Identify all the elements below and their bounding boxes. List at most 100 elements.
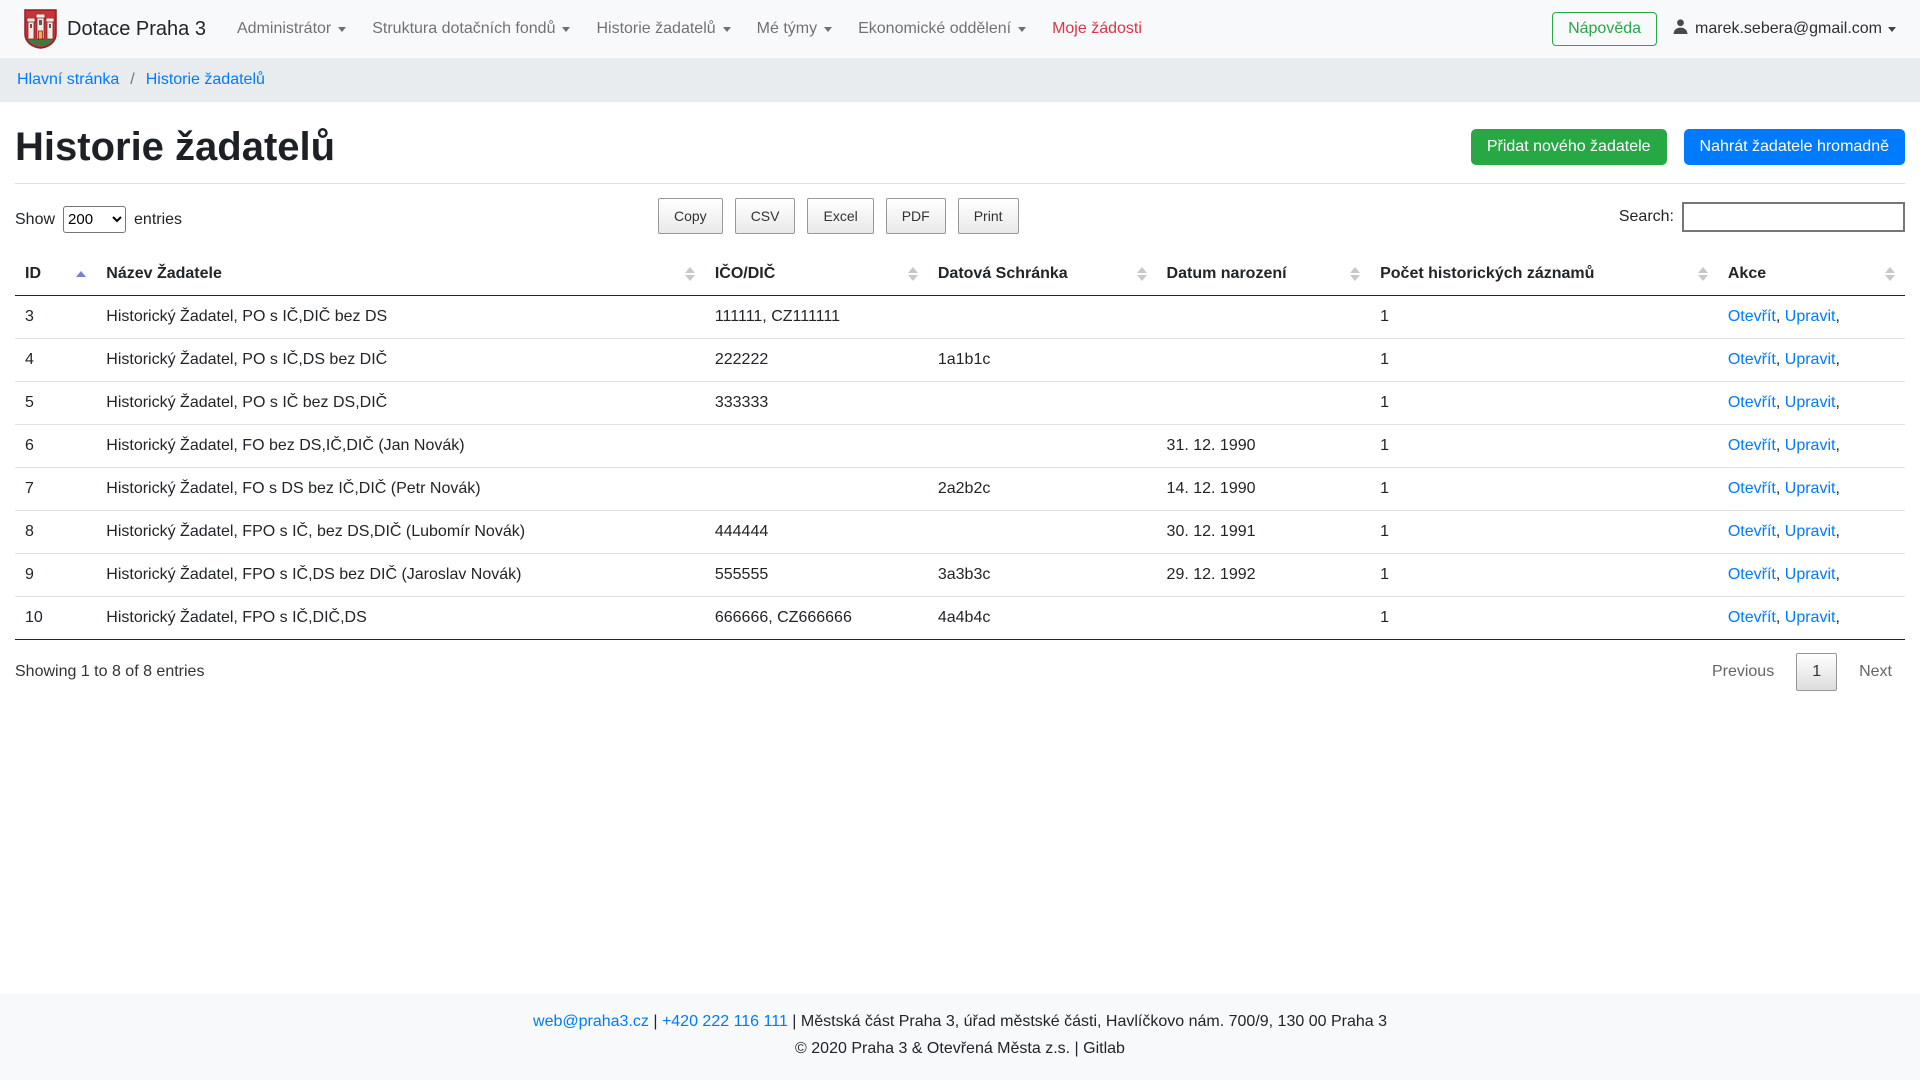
export-csv-button[interactable]: CSV: [735, 198, 796, 234]
edit-link[interactable]: Upravit: [1785, 609, 1836, 626]
sort-both-icon: [1137, 267, 1147, 281]
footer-separator: |: [653, 1013, 662, 1030]
column-header-akce[interactable]: Akce: [1718, 253, 1905, 296]
action-separator: ,: [1776, 609, 1785, 626]
cell-pocet: 1: [1370, 468, 1718, 511]
column-header-pocet[interactable]: Počet historických záznamů: [1370, 253, 1718, 296]
pagination: Previous 1 Next: [1699, 653, 1905, 691]
export-print-button[interactable]: Print: [958, 198, 1019, 234]
next-page-button[interactable]: Next: [1846, 654, 1905, 690]
cell-ico: [705, 468, 928, 511]
column-header-datum[interactable]: Datum narození: [1157, 253, 1371, 296]
footer-separator: |: [792, 1013, 801, 1030]
action-separator: ,: [1776, 351, 1785, 368]
edit-link[interactable]: Upravit: [1785, 480, 1836, 497]
search-input[interactable]: [1682, 202, 1905, 232]
user-icon: [1672, 18, 1689, 40]
nav-item-label: Moje žádosti: [1052, 20, 1142, 38]
main-content: Historie žadatelů Přidat nového žadatele…: [0, 102, 1920, 994]
cell-pocet: 1: [1370, 511, 1718, 554]
action-separator: ,: [1835, 308, 1839, 325]
action-separator: ,: [1835, 437, 1839, 454]
column-label: Název Žadatele: [106, 265, 222, 282]
cell-ds: 1a1b1c: [928, 339, 1157, 382]
open-link[interactable]: Otevřít: [1728, 523, 1776, 540]
brand[interactable]: Dotace Praha 3: [24, 9, 206, 49]
edit-link[interactable]: Upravit: [1785, 394, 1836, 411]
edit-link[interactable]: Upravit: [1785, 523, 1836, 540]
open-link[interactable]: Otevřít: [1728, 351, 1776, 368]
export-copy-button[interactable]: Copy: [658, 198, 723, 234]
cell-nazev: Historický Žadatel, PO s IČ,DS bez DIČ: [96, 339, 705, 382]
open-link[interactable]: Otevřít: [1728, 480, 1776, 497]
cell-akce: Otevřít, Upravit,: [1718, 511, 1905, 554]
column-label: Datová Schránka: [938, 265, 1068, 282]
sort-both-icon: [1885, 267, 1895, 281]
breadcrumb-link[interactable]: Historie žadatelů: [146, 71, 265, 89]
cell-datum: 30. 12. 1991: [1157, 511, 1371, 554]
table-body: 3Historický Žadatel, PO s IČ,DIČ bez DS1…: [15, 296, 1905, 640]
nav-item[interactable]: Administrátor: [224, 12, 359, 46]
user-menu[interactable]: marek.sebera@gmail.com: [1672, 18, 1896, 40]
entries-label: entries: [134, 211, 182, 229]
footer-email-link[interactable]: web@praha3.cz: [533, 1013, 649, 1030]
current-page-button[interactable]: 1: [1796, 653, 1837, 691]
bulk-upload-button[interactable]: Nahrát žadatele hromadně: [1684, 129, 1905, 165]
breadcrumb: Hlavní stránka / Historie žadatelů: [17, 71, 1903, 89]
sort-both-icon: [908, 267, 918, 281]
cell-id: 7: [15, 468, 96, 511]
footer-copyright: © 2020 Praha 3 & Otevřená Města z.s. | G…: [0, 1035, 1920, 1062]
chevron-down-icon: [723, 27, 731, 32]
cell-id: 3: [15, 296, 96, 339]
chevron-down-icon: [338, 27, 346, 32]
nav-item-label: Administrátor: [237, 20, 331, 38]
cell-akce: Otevřít, Upravit,: [1718, 468, 1905, 511]
open-link[interactable]: Otevřít: [1728, 609, 1776, 626]
edit-link[interactable]: Upravit: [1785, 566, 1836, 583]
page-length-select[interactable]: 200: [63, 206, 126, 233]
column-label: ID: [25, 265, 41, 282]
column-label: Akce: [1728, 265, 1766, 282]
add-applicant-button[interactable]: Přidat nového žadatele: [1471, 129, 1667, 165]
breadcrumb-separator: /: [130, 71, 134, 89]
breadcrumb-bar: Hlavní stránka / Historie žadatelů: [0, 58, 1920, 102]
page-length-control: Show 200 entries: [15, 206, 182, 233]
open-link[interactable]: Otevřít: [1728, 308, 1776, 325]
edit-link[interactable]: Upravit: [1785, 437, 1836, 454]
column-label: IČO/DIČ: [715, 265, 775, 282]
cell-pocet: 1: [1370, 296, 1718, 339]
cell-datum: 29. 12. 1992: [1157, 554, 1371, 597]
footer-phone-link[interactable]: +420 222 116 111: [662, 1013, 788, 1030]
brand-title: Dotace Praha 3: [67, 18, 206, 41]
action-separator: ,: [1776, 308, 1785, 325]
nav-item[interactable]: Moje žádosti: [1039, 12, 1155, 46]
cell-ds: 2a2b2c: [928, 468, 1157, 511]
breadcrumb-link[interactable]: Hlavní stránka: [17, 71, 119, 89]
edit-link[interactable]: Upravit: [1785, 308, 1836, 325]
column-header-ico[interactable]: IČO/DIČ: [705, 253, 928, 296]
cell-ico: 666666, CZ666666: [705, 597, 928, 640]
action-separator: ,: [1835, 480, 1839, 497]
column-header-nazev[interactable]: Název Žadatele: [96, 253, 705, 296]
help-button[interactable]: Nápověda: [1552, 12, 1657, 46]
edit-link[interactable]: Upravit: [1785, 351, 1836, 368]
open-link[interactable]: Otevřít: [1728, 437, 1776, 454]
nav-item[interactable]: Ekonomické oddělení: [845, 12, 1039, 46]
chevron-down-icon: [1018, 27, 1026, 32]
column-header-ds[interactable]: Datová Schránka: [928, 253, 1157, 296]
cell-akce: Otevřít, Upravit,: [1718, 296, 1905, 339]
nav-item[interactable]: Historie žadatelů: [583, 12, 743, 46]
cell-id: 5: [15, 382, 96, 425]
open-link[interactable]: Otevřít: [1728, 394, 1776, 411]
export-excel-button[interactable]: Excel: [807, 198, 873, 234]
sort-both-icon: [685, 267, 695, 281]
action-separator: ,: [1776, 523, 1785, 540]
cell-nazev: Historický Žadatel, FO bez DS,IČ,DIČ (Ja…: [96, 425, 705, 468]
applicants-table: ID Název Žadatele IČO/DIČ Datová Schránka Da…: [15, 253, 1905, 640]
nav-item[interactable]: Mé týmy: [744, 12, 845, 46]
export-pdf-button[interactable]: PDF: [886, 198, 946, 234]
nav-item[interactable]: Struktura dotačních fondů: [359, 12, 583, 46]
previous-page-button[interactable]: Previous: [1699, 654, 1787, 690]
column-header-id[interactable]: ID: [15, 253, 96, 296]
open-link[interactable]: Otevřít: [1728, 566, 1776, 583]
